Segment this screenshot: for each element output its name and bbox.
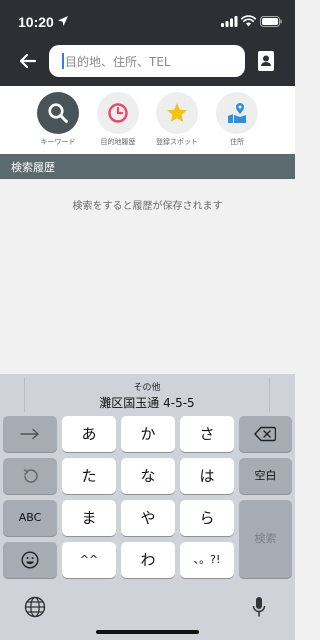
kana-key-ta[interactable]: た	[62, 458, 116, 494]
suggestion-caption: その他	[133, 383, 161, 393]
undo-key[interactable]	[3, 458, 57, 494]
kana-key-ha[interactable]: は	[180, 458, 234, 494]
kana-key-a[interactable]: あ	[62, 416, 116, 452]
search-history-title: 検索履歴	[11, 161, 55, 174]
search-input[interactable]: 目的地、住所、TEL	[49, 45, 277, 77]
empty-history-message: 検索をすると履歴が保存されます	[72, 201, 223, 212]
undo-icon	[23, 469, 38, 483]
cellular-signal-icon	[221, 16, 238, 27]
kana-key-ka[interactable]: か	[121, 416, 175, 452]
search-placeholder: 目的地、住所、TEL	[65, 55, 171, 69]
suggestion-text: 灘区国玉通 4-5-5	[99, 396, 195, 410]
wifi-icon	[241, 15, 256, 27]
history-clock-icon	[108, 103, 128, 123]
search-icon	[48, 103, 68, 123]
kana-key-kaomoji[interactable]: ^^	[62, 542, 116, 578]
search-history-header: 検索履歴	[0, 154, 295, 179]
category-history-circle	[97, 92, 139, 134]
back-arrow-icon[interactable]	[15, 50, 41, 72]
location-arrow-icon	[58, 16, 68, 26]
emoji-icon	[21, 551, 39, 569]
search-return-key[interactable]: 検索	[239, 500, 292, 578]
globe-icon[interactable]	[24, 596, 46, 618]
dictation-microphone-icon[interactable]	[252, 596, 266, 618]
map-pin-icon	[228, 103, 246, 123]
category-keyword-circle	[37, 92, 79, 134]
category-label: 目的地履歴	[100, 138, 136, 146]
delete-key[interactable]	[239, 416, 292, 452]
kana-key-wa[interactable]: わ	[121, 542, 175, 578]
category-label: 登録スポット	[156, 138, 198, 146]
category-keyword[interactable]: キーワード	[28, 92, 88, 152]
category-spots-circle	[156, 92, 198, 134]
space-key[interactable]: 空白	[239, 458, 292, 494]
category-label: 住所	[230, 138, 244, 146]
kana-key-ya[interactable]: や	[121, 500, 175, 536]
category-registered-spots[interactable]: 登録スポット	[147, 92, 207, 152]
category-address-circle	[216, 92, 258, 134]
status-time: 10:20	[18, 14, 54, 30]
category-destination-history[interactable]: 目的地履歴	[88, 92, 148, 152]
kana-key-ma[interactable]: ま	[62, 500, 116, 536]
kana-key-ra[interactable]: ら	[180, 500, 234, 536]
cursor-right-key[interactable]	[3, 416, 57, 452]
category-address[interactable]: 住所	[207, 92, 267, 152]
star-icon	[167, 103, 187, 122]
top-bar: 10:20 目的地、住所、TEL	[0, 0, 295, 86]
status-bar: 10:20	[0, 0, 295, 44]
home-indicator[interactable]	[96, 630, 199, 634]
arrow-right-icon	[20, 428, 40, 440]
text-cursor	[62, 53, 64, 69]
delete-backspace-icon	[254, 426, 276, 442]
contacts-book-icon[interactable]	[256, 50, 276, 72]
prediction-suggestion[interactable]: その他 灘区国玉通 4-5-5	[24, 378, 270, 412]
search-category-bar: キーワード 目的地履歴 登録スポット 住所	[0, 86, 295, 154]
kana-key-na[interactable]: な	[121, 458, 175, 494]
emoji-key[interactable]	[3, 542, 57, 578]
kana-key-sa[interactable]: さ	[180, 416, 234, 452]
kana-key-punctuation[interactable]: 、。?!	[180, 542, 234, 578]
japanese-keyboard: その他 灘区国玉通 4-5-5 ABC あ か さ た な は ま や ら ^^…	[0, 374, 295, 640]
category-label: キーワード	[40, 138, 76, 146]
battery-icon	[260, 16, 282, 27]
abc-mode-key[interactable]: ABC	[3, 500, 57, 536]
